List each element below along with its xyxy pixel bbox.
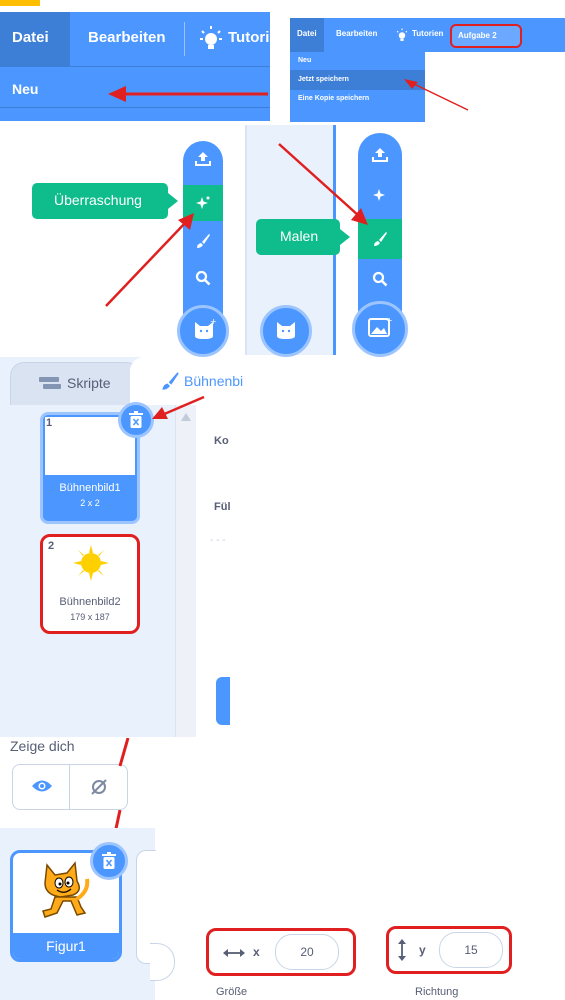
direction-label: Richtung bbox=[415, 986, 459, 998]
scrollbar[interactable] bbox=[175, 405, 196, 737]
bearbeiten-menu[interactable]: Bearbeiten bbox=[88, 29, 166, 46]
tutorien-menu-small[interactable]: Tutorien bbox=[412, 29, 443, 38]
menu-item-neu-small[interactable]: Neu bbox=[290, 52, 425, 71]
round-control[interactable] bbox=[150, 943, 175, 981]
y-label: y bbox=[419, 943, 426, 957]
menu-panel-small: Datei Bearbeiten Tutorien Aufgabe 2 Neu … bbox=[290, 18, 565, 122]
datei-label-small: Datei bbox=[297, 29, 317, 38]
tutorien-menu[interactable]: Tutorien bbox=[228, 29, 287, 46]
yellow-edge bbox=[0, 0, 40, 6]
arrow-to-paint bbox=[278, 143, 368, 225]
tooltip-pointer bbox=[168, 193, 178, 209]
fill-label: Fül bbox=[214, 501, 231, 513]
arrow-to-jetzt-speichern bbox=[404, 79, 469, 111]
eye-icon bbox=[31, 778, 53, 794]
bearbeiten-menu-small[interactable]: Bearbeiten bbox=[336, 29, 377, 38]
lightbulb-icon bbox=[200, 25, 222, 51]
tab-scripts[interactable]: Skripte bbox=[10, 362, 140, 406]
backdrop-name: Bühnenbild1 bbox=[59, 482, 121, 494]
upload-icon[interactable] bbox=[195, 151, 211, 167]
show-label: Zeige dich bbox=[10, 738, 75, 754]
search-icon[interactable] bbox=[372, 271, 388, 287]
menu-item-neu[interactable]: Neu bbox=[12, 81, 38, 97]
paint-tooltip-text: Malen bbox=[280, 228, 319, 244]
code-icon bbox=[39, 377, 61, 391]
lightbulb-icon bbox=[396, 28, 408, 42]
svg-text:+: + bbox=[210, 318, 216, 326]
menu-item-label: Neu bbox=[298, 57, 312, 64]
vertical-arrows-icon bbox=[397, 939, 407, 961]
menu-bar-small: Datei Bearbeiten Tutorien Aufgabe 2 bbox=[290, 18, 565, 52]
tooltip-pointer bbox=[340, 229, 350, 245]
trash-icon bbox=[102, 852, 116, 870]
horizontal-arrows-icon bbox=[223, 948, 245, 958]
image-icon: + bbox=[368, 316, 392, 338]
backdrop-size: 2 x 2 bbox=[80, 498, 100, 508]
delete-sprite-button[interactable] bbox=[90, 842, 128, 880]
cat-icon: + bbox=[192, 318, 216, 342]
datei-label: Datei bbox=[12, 29, 49, 46]
paint-brush-icon bbox=[160, 371, 180, 391]
backdrop-item-2[interactable]: 2 Bühnenbild2 179 x 187 bbox=[40, 534, 140, 634]
menu-panel-large: Datei Bearbeiten Tutorien Neu bbox=[0, 0, 287, 121]
show-toggle bbox=[12, 764, 128, 810]
eye-hidden-icon bbox=[89, 777, 109, 797]
editor-area: Ko Fül - - - bbox=[196, 405, 231, 737]
sun-icon bbox=[73, 545, 109, 581]
x-input[interactable]: 20 bbox=[275, 934, 339, 970]
cat-icon bbox=[274, 318, 298, 342]
show-panel: Zeige dich bbox=[0, 738, 160, 810]
backdrops-panel: Skripte Bühnenbi Ko Fül - - - 1 Bühnenbi… bbox=[0, 357, 243, 737]
backdrop-name: Bühnenbild2 bbox=[59, 596, 121, 608]
y-position-group: y 15 bbox=[386, 926, 512, 974]
menu-divider bbox=[184, 22, 185, 56]
surprise-tooltip-text: Überraschung bbox=[54, 192, 142, 208]
menu-item-label: Jetzt speichern bbox=[298, 76, 349, 83]
choose-menu-panel: Überraschung + Malen + bbox=[0, 125, 408, 357]
cat-sprite-icon bbox=[37, 861, 93, 923]
tab-backdrops-label: Bühnenbi bbox=[184, 373, 244, 389]
menu-item-label: Eine Kopie speichern bbox=[298, 95, 370, 102]
paint-brush-icon bbox=[372, 231, 388, 247]
backdrop-size: 179 x 187 bbox=[70, 612, 110, 622]
arrow-to-neu bbox=[108, 86, 268, 102]
size-label: Größe bbox=[216, 986, 248, 998]
costume-name-label: Ko bbox=[214, 435, 229, 447]
backdrop-index: 2 bbox=[48, 540, 55, 552]
editor-blue-button[interactable] bbox=[216, 677, 230, 725]
x-label: x bbox=[253, 945, 260, 959]
dashed-divider: - - - bbox=[210, 535, 226, 546]
svg-text:+: + bbox=[386, 316, 392, 325]
arrow-to-delete bbox=[152, 395, 205, 419]
sprite-name-bar: Figur1 bbox=[13, 933, 119, 959]
project-title-text: Aufgabe 2 bbox=[458, 31, 497, 40]
y-value: 15 bbox=[464, 943, 478, 957]
project-title-input[interactable]: Aufgabe 2 bbox=[450, 24, 522, 48]
trash-icon bbox=[129, 411, 143, 429]
menu-bar: Datei Bearbeiten Tutorien bbox=[0, 12, 287, 66]
sprite-name: Figur1 bbox=[46, 938, 86, 954]
x-position-group: x 20 bbox=[206, 928, 356, 976]
backdrop-index: 1 bbox=[46, 417, 53, 429]
arrow-red-top bbox=[118, 738, 130, 767]
x-value: 20 bbox=[300, 945, 314, 959]
tab-scripts-label: Skripte bbox=[67, 375, 111, 391]
sparkle-icon bbox=[195, 195, 211, 211]
arrow-to-surprise bbox=[105, 213, 194, 307]
sprite-panel: Figur1 x 20 y 15 Größe Richtung bbox=[0, 810, 565, 1000]
y-input[interactable]: 15 bbox=[439, 932, 503, 968]
